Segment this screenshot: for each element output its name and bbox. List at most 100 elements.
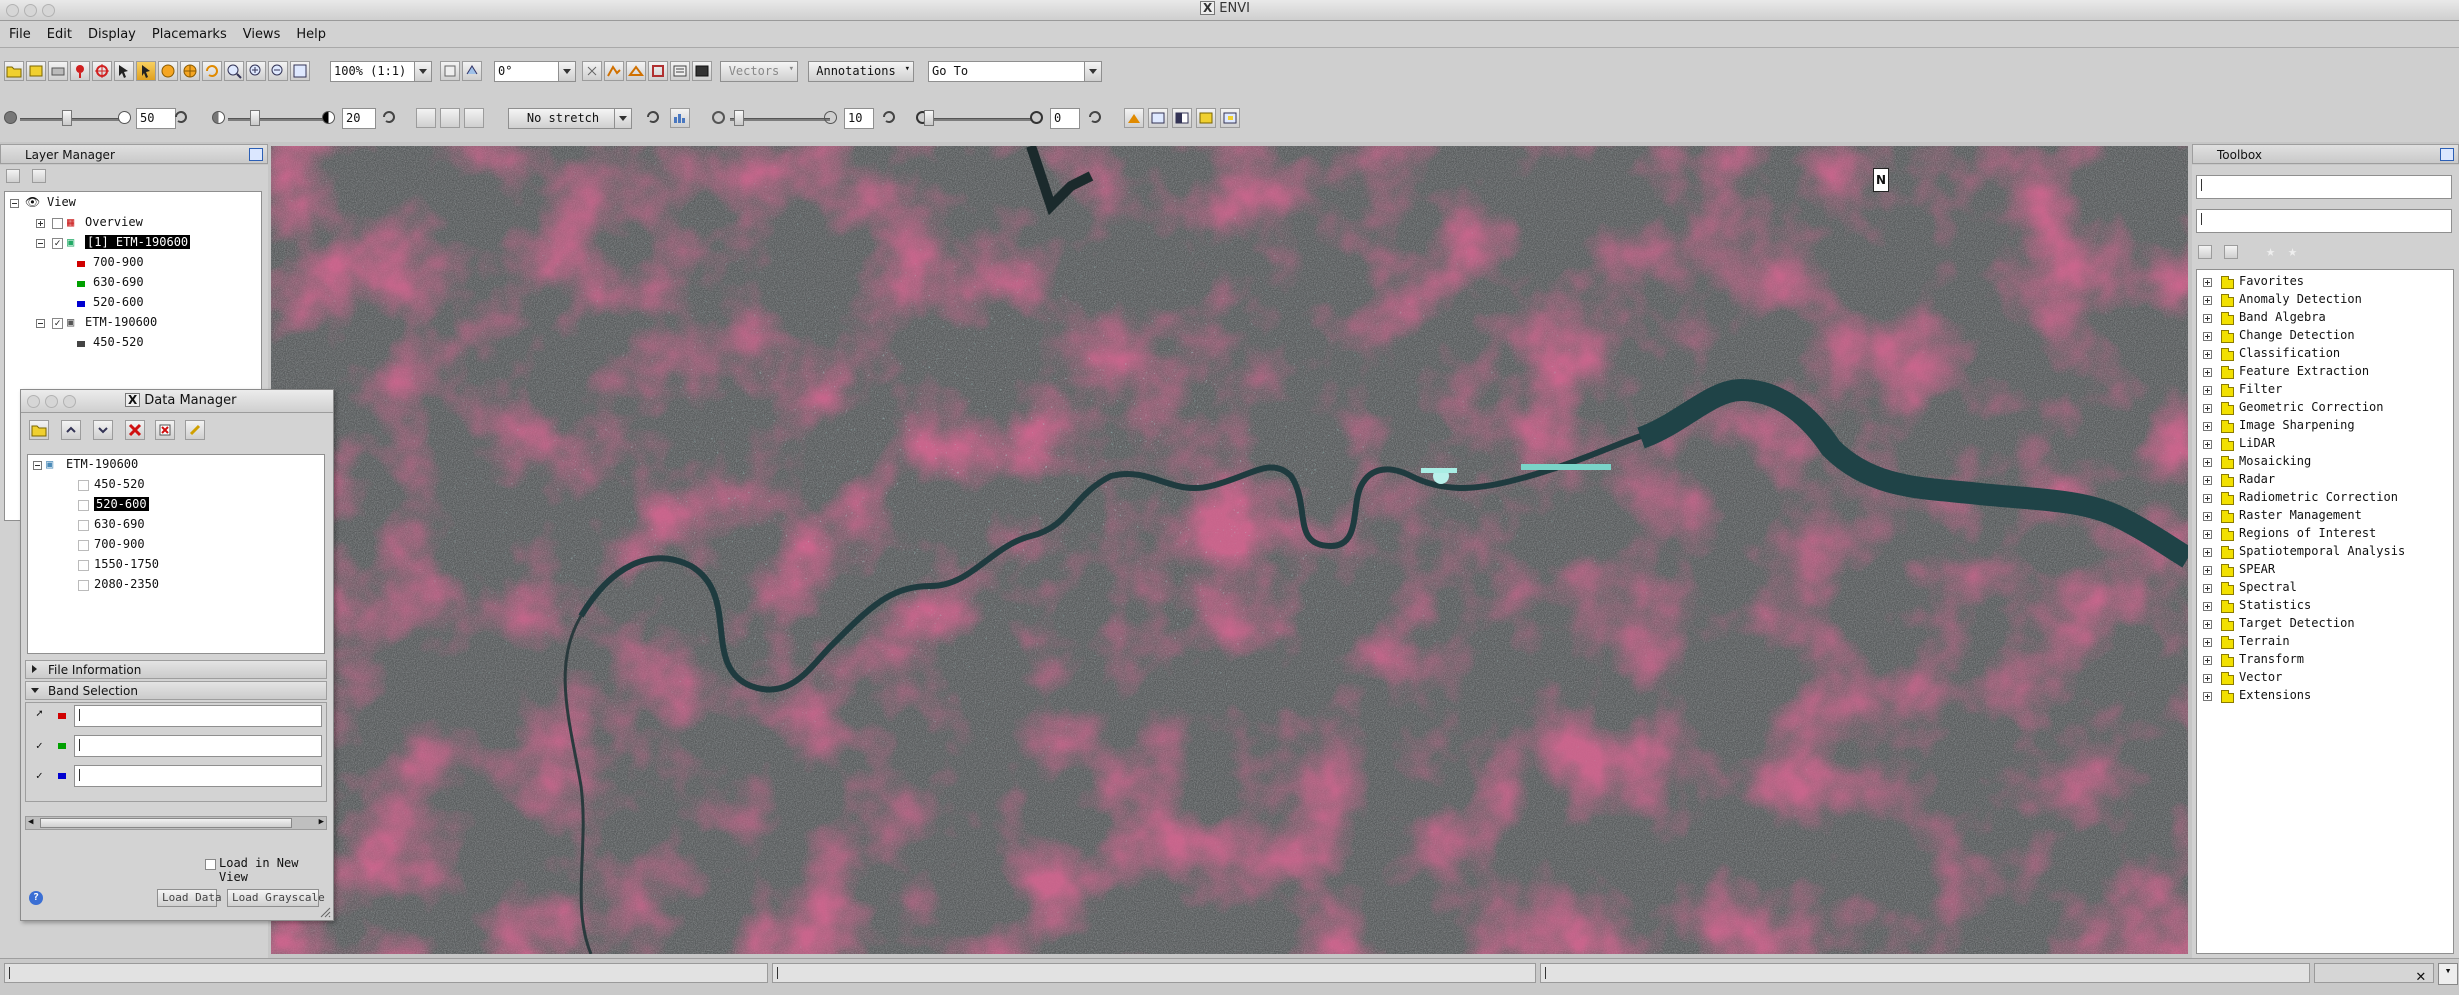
layer-visible-checkbox[interactable]: ✓ (52, 318, 63, 329)
rotate-view-icon[interactable] (462, 61, 482, 81)
vectors-menu-button[interactable]: Vectors ▾ (720, 61, 798, 82)
expand-all-icon[interactable] (93, 420, 113, 440)
scroll-right-icon[interactable]: ▶ (319, 817, 324, 827)
chevron-down-icon[interactable] (614, 109, 631, 128)
expand-icon[interactable] (2203, 422, 2212, 431)
toolbox-item-regions-of-interest[interactable]: Regions of Interest (2197, 525, 2451, 543)
toolbox-item-change-detection[interactable]: Change Detection (2197, 327, 2451, 345)
favorite-star-icon[interactable]: ★ (2266, 242, 2275, 260)
toolbox-search-field[interactable] (2196, 175, 2452, 199)
print-icon[interactable] (48, 61, 68, 81)
expand-icon[interactable] (2203, 584, 2212, 593)
image-view[interactable]: N (271, 146, 2188, 954)
collapse-icon[interactable] (10, 199, 19, 208)
band-selection-section[interactable]: Band Selection (25, 681, 327, 700)
scrollbar-thumb[interactable] (40, 818, 292, 828)
rotation-select[interactable]: 0° (494, 61, 576, 82)
toolbox-item-filter[interactable]: Filter (2197, 381, 2451, 399)
zoom-full-icon[interactable] (290, 61, 310, 81)
expand-icon[interactable] (2203, 368, 2212, 377)
crosshair-icon[interactable] (92, 61, 112, 81)
fly-icon[interactable] (180, 61, 200, 81)
toolbox-item-favorites[interactable]: Favorites (2197, 273, 2451, 291)
toolbox-item-transform[interactable]: Transform (2197, 651, 2451, 669)
dialog-controls[interactable] (27, 395, 81, 412)
reset-rotation-icon[interactable] (582, 61, 602, 81)
open-file-icon[interactable] (29, 420, 49, 440)
band-checkbox[interactable] (78, 520, 89, 531)
toolbox-item-spectral[interactable]: Spectral (2197, 579, 2451, 597)
layer-visible-checkbox[interactable]: ✓ (52, 238, 63, 249)
toolbox-item-terrain[interactable]: Terrain (2197, 633, 2451, 651)
toolbox-item-radiometric-correction[interactable]: Radiometric Correction (2197, 489, 2451, 507)
portal-icon[interactable] (1220, 108, 1240, 128)
chip-view-icon[interactable] (1124, 108, 1144, 128)
toolbox-item-lidar[interactable]: LiDAR (2197, 435, 2451, 453)
toolbox-item-image-sharpening[interactable]: Image Sharpening (2197, 417, 2451, 435)
horizontal-scrollbar[interactable]: ◀ ▶ (25, 816, 327, 830)
menu-placemarks[interactable]: Placemarks (143, 21, 234, 42)
toolbox-item-extensions[interactable]: Extensions (2197, 687, 2451, 705)
process-menu-icon[interactable]: ▾ (2438, 963, 2458, 985)
brightness-field[interactable]: 50 (136, 108, 176, 129)
placemark-icon[interactable] (70, 61, 90, 81)
expand-icon[interactable] (2203, 692, 2212, 701)
collapse-up-icon[interactable] (6, 169, 20, 183)
toolbox-item-raster-management[interactable]: Raster Management (2197, 507, 2451, 525)
load-grayscale-button[interactable]: Load Grayscale (227, 889, 325, 907)
sharpen-slider-track[interactable] (730, 118, 830, 121)
help-icon[interactable]: ? (29, 891, 43, 905)
cancel-process-icon[interactable]: ✕ (2416, 966, 2426, 985)
transparency-slider-track[interactable] (934, 118, 1034, 121)
expand-icon[interactable] (2203, 350, 2212, 359)
collapse-all-icon[interactable] (61, 420, 81, 440)
expand-icon[interactable] (2203, 674, 2212, 683)
cursor-icon[interactable] (114, 61, 134, 81)
stretch-select[interactable]: No stretch (508, 108, 632, 129)
close-all-icon[interactable] (155, 420, 175, 440)
chevron-down-icon[interactable] (414, 62, 431, 81)
collapse-down-icon[interactable] (32, 169, 46, 183)
data-band-item[interactable]: 450-520 (94, 477, 145, 491)
band-checkbox[interactable] (78, 580, 89, 591)
rotate-icon[interactable] (202, 61, 222, 81)
pin-dialog-icon[interactable] (185, 420, 205, 440)
vector-create-icon[interactable] (604, 61, 624, 81)
reset-sharpen-icon[interactable] (880, 108, 900, 128)
expand-icon[interactable] (2203, 386, 2212, 395)
layer-band-450-520[interactable]: 450-520 (93, 335, 144, 349)
select-icon[interactable] (136, 61, 156, 81)
toolbox-item-geometric-correction[interactable]: Geometric Correction (2197, 399, 2451, 417)
pin-icon[interactable] (2440, 148, 2454, 161)
toolbox-item-radar[interactable]: Radar (2197, 471, 2451, 489)
menu-edit[interactable]: Edit (38, 21, 79, 42)
stretch-linear-icon[interactable] (416, 108, 436, 128)
data-band-item-selected[interactable]: 520-600 (94, 497, 149, 511)
blue-band-field[interactable] (74, 765, 322, 787)
layer-band-520-600[interactable]: 520-600 (93, 295, 144, 309)
expand-icon[interactable] (2203, 512, 2212, 521)
data-band-item[interactable]: 1550-1750 (94, 557, 159, 571)
zoom-in-icon[interactable] (246, 61, 266, 81)
expand-icon[interactable] (2203, 278, 2212, 287)
collapse-icon[interactable] (33, 461, 42, 470)
menu-views[interactable]: Views (234, 21, 288, 42)
zoom-select[interactable]: 100% (1:1) (330, 61, 432, 82)
window-controls[interactable] (6, 4, 60, 21)
toolbox-item-mosaicking[interactable]: Mosaicking (2197, 453, 2451, 471)
collapse-down-icon[interactable] (2224, 245, 2238, 259)
toolbox-item-spear[interactable]: SPEAR (2197, 561, 2451, 579)
file-information-section[interactable]: File Information (25, 660, 327, 679)
pin-icon[interactable] (249, 148, 263, 161)
layer-item-etm[interactable]: ETM-190600 (85, 315, 157, 329)
contrast-slider-track[interactable] (228, 118, 328, 121)
swipe-icon[interactable] (1196, 108, 1216, 128)
expand-icon[interactable] (2203, 440, 2212, 449)
transparency-field[interactable]: 0 (1050, 108, 1080, 129)
data-manager-icon[interactable] (26, 61, 46, 81)
histogram-icon[interactable] (670, 108, 690, 128)
data-band-item[interactable]: 700-900 (94, 537, 145, 551)
sharpen-field[interactable]: 10 (844, 108, 874, 129)
zoom-fit-icon[interactable] (440, 61, 460, 81)
menu-file[interactable]: File (0, 21, 38, 42)
